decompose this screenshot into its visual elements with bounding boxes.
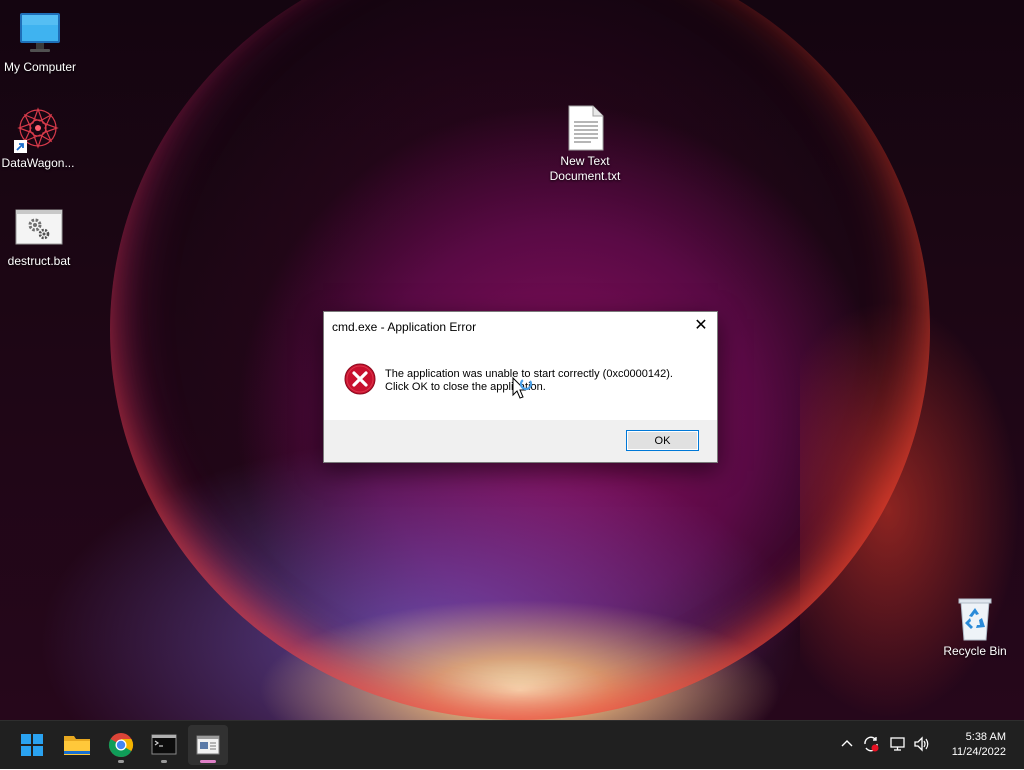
taskbar-file-explorer[interactable] [57, 725, 97, 765]
batch-file-icon [15, 204, 63, 252]
start-button[interactable] [12, 725, 52, 765]
desktop-icon-label: My Computer [3, 60, 77, 74]
ok-button[interactable]: OK [626, 430, 699, 451]
text-document-icon [561, 104, 609, 152]
dialog-message-line-1: The application was unable to start corr… [385, 368, 673, 380]
taskbar: 5:38 AM 11/24/2022 [0, 720, 1024, 769]
desktop-icon-label: Recycle Bin [943, 644, 1007, 658]
desktop-icon-my-computer[interactable]: My Computer [0, 10, 80, 75]
running-indicator [118, 760, 124, 763]
desktop-icon-destruct-bat[interactable]: destruct.bat [0, 204, 79, 269]
clock[interactable]: 5:38 AM 11/24/2022 [952, 730, 1006, 760]
desktop-icon-label: destruct.bat [7, 254, 71, 268]
taskbar-terminal[interactable] [144, 725, 184, 765]
taskbar-active-window[interactable] [188, 725, 228, 765]
app-window-icon [196, 735, 220, 755]
volume-icon [914, 736, 929, 752]
chevron-up-icon [841, 740, 853, 747]
dialog-title: cmd.exe - Application Error [332, 320, 477, 334]
chrome-icon [108, 733, 134, 758]
active-indicator [200, 760, 216, 763]
close-button[interactable]: ✕ [691, 316, 711, 336]
running-indicator [161, 760, 167, 763]
clock-date: 11/24/2022 [951, 746, 1006, 758]
monitor-icon [16, 10, 64, 58]
datawagon-shortcut-icon [14, 106, 62, 154]
sync-status-button[interactable] [862, 735, 880, 753]
sync-icon [864, 736, 879, 752]
clock-time: 5:38 AM [965, 731, 1006, 743]
taskbar-chrome[interactable] [101, 725, 141, 765]
desktop-icon-label: New Text Document.txt [549, 154, 621, 183]
error-icon [344, 363, 376, 395]
volume-button[interactable] [913, 735, 931, 753]
application-error-dialog: cmd.exe - Application Error ✕ The applic… [323, 311, 718, 463]
desktop-icon-label: DataWagon... [1, 156, 75, 170]
terminal-icon [151, 734, 177, 755]
folder-icon [64, 736, 90, 755]
windows-start-icon [21, 734, 43, 756]
network-icon [890, 737, 905, 751]
dialog-footer: OK [324, 420, 717, 462]
desktop-icon-recycle-bin[interactable]: Recycle Bin [935, 594, 1015, 659]
show-hidden-icons-button[interactable] [838, 735, 856, 753]
network-button[interactable] [889, 735, 907, 753]
desktop: My Computer DataWagon... destruct.bat Ne… [0, 0, 1024, 720]
close-icon: ✕ [694, 317, 708, 334]
desktop-icon-datawagon[interactable]: DataWagon... [0, 106, 78, 171]
dialog-message-line-2: Click OK to close the application. [385, 381, 546, 393]
desktop-icon-new-text-document[interactable]: New Text Document.txt [545, 104, 625, 184]
dialog-message: The application was unable to start corr… [385, 368, 673, 394]
recycle-bin-icon [951, 594, 999, 642]
